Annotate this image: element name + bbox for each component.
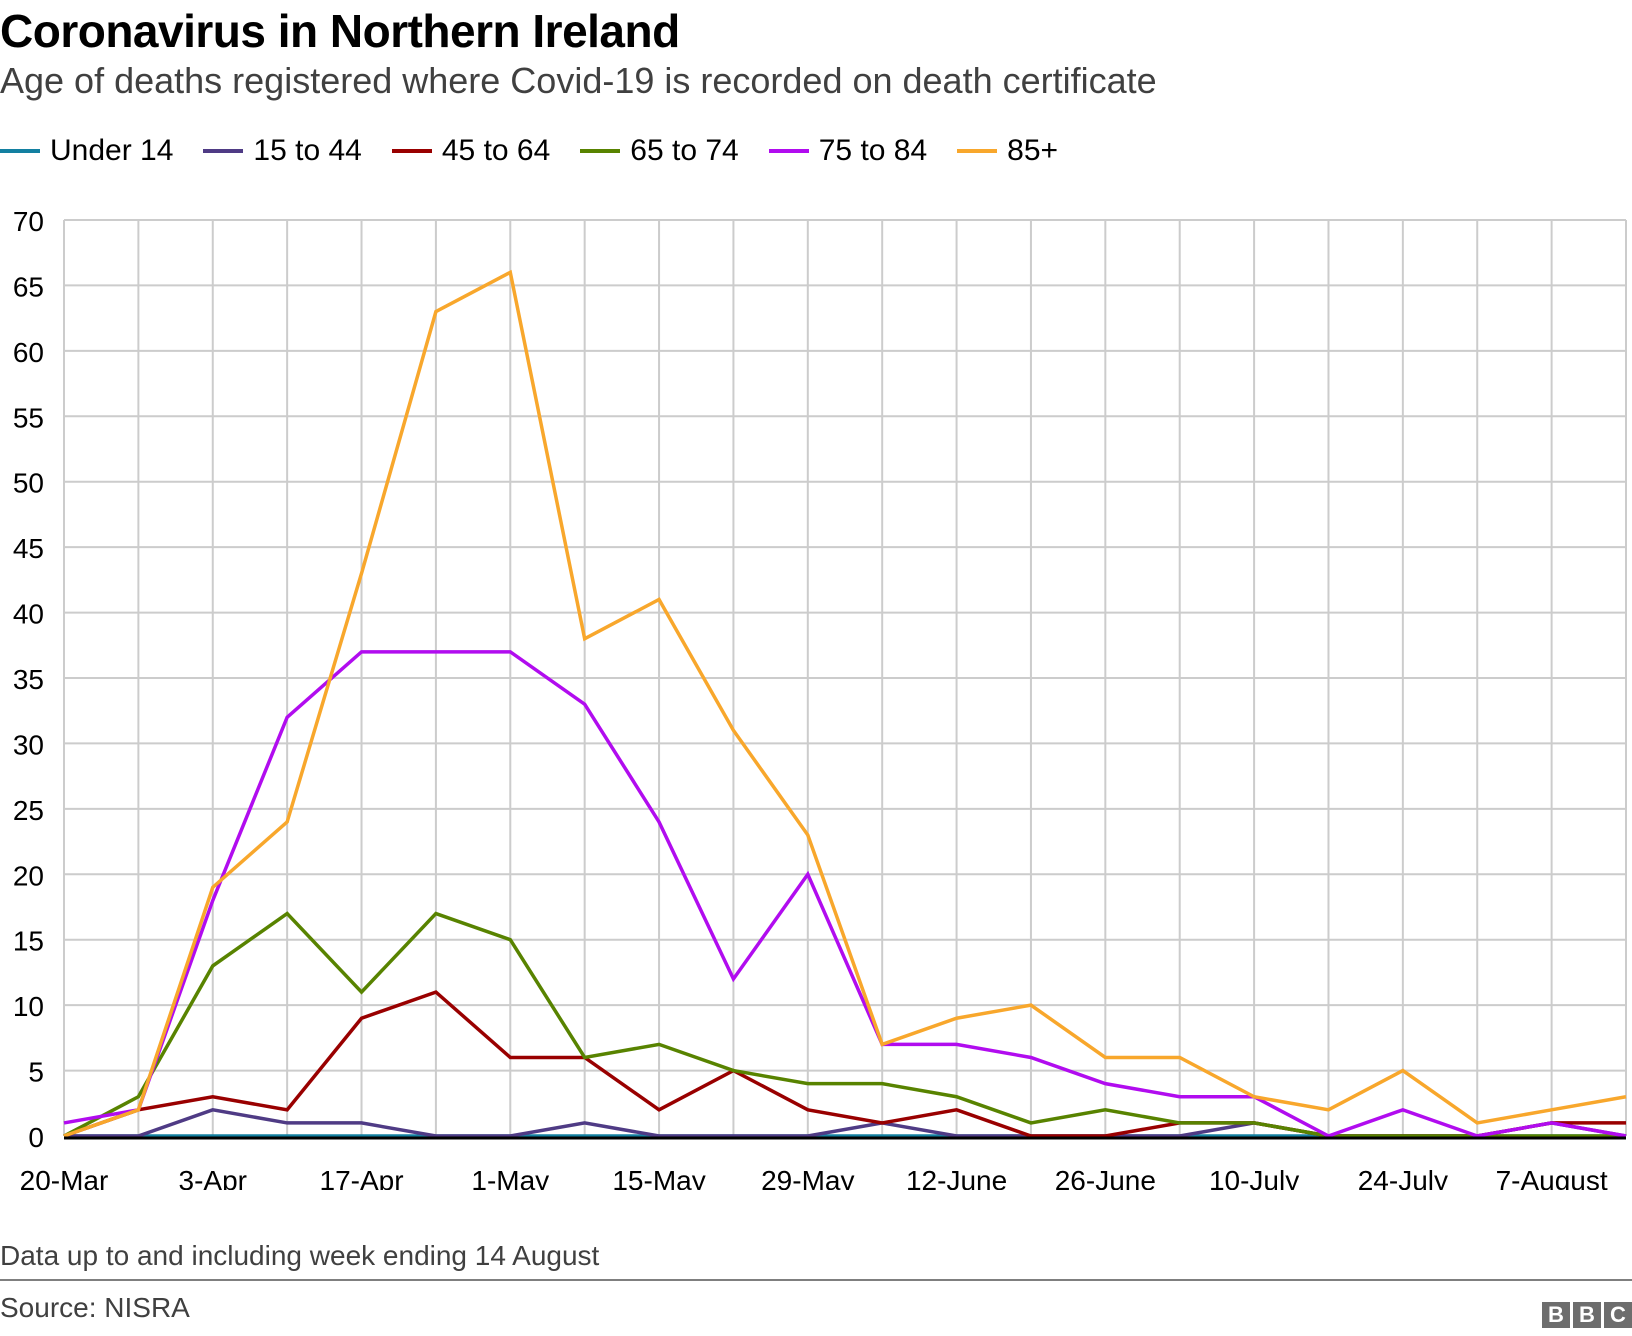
y-tick-label: 35 [13,664,44,695]
x-axis-ticks: 20-Mar 3-Apr 17-Apr 1-May 15-May 29-May 12-Jun… [20,1165,1608,1190]
legend-label: Under 14 [50,134,174,167]
series-line-85 [63,269,1627,1138]
legend: Under 14 15 to 44 45 to 64 65 to 74 75 to 84… [0,134,1088,168]
x-tick-label: 1-May [471,1165,549,1190]
series-line-65-to-74 [63,911,1626,1138]
footer-divider [0,1279,1632,1281]
x-tick-label: 26-June [1055,1165,1156,1190]
legend-swatch [957,149,998,153]
series-line-75-to-84 [63,650,1627,1138]
x-tick-label: 15-May [612,1165,705,1190]
bbc-logo-letter: C [1604,1302,1632,1328]
legend-swatch [391,149,432,153]
y-axis-ticks: 0 5 10 15 20 25 30 35 40 45 50 55 60 65 70 [13,206,44,1153]
x-tick-label: 10-July [1209,1165,1299,1190]
y-tick-label: 15 [13,926,44,957]
legend-label: 15 to 44 [253,134,362,167]
x-tick-label: 7-August [1496,1165,1608,1190]
bbc-logo-letter: B [1542,1302,1570,1328]
legend-label: 85+ [1007,134,1059,167]
x-tick-label: 20-Mar [20,1165,109,1190]
y-tick-label: 45 [13,533,44,564]
y-tick-label: 20 [13,860,44,891]
y-tick-label: 30 [13,729,44,760]
bbc-logo-letter: B [1573,1302,1601,1328]
x-tick-label: 17-Apr [320,1165,404,1190]
legend-item: 75 to 84 [768,134,928,168]
legend-swatch [768,149,809,153]
bbc-logo: B B C [1542,1302,1632,1328]
legend-swatch [580,149,621,153]
legend-swatch [203,149,244,153]
y-tick-label: 40 [13,599,44,630]
legend-item: 15 to 44 [203,134,362,168]
legend-label: 75 to 84 [818,134,928,167]
chart-title: Coronavirus in Northern Ireland [0,5,680,57]
series-lines [63,269,1627,1138]
legend-item: Under 14 [0,134,173,168]
legend-label: 65 to 74 [630,134,739,167]
line-chart: 0 5 10 15 20 25 30 35 40 45 50 55 60 65 70 20-Mar 3-Apr… [13,206,1627,1190]
y-tick-label: 60 [13,337,44,368]
y-tick-label: 55 [13,402,44,433]
footnote: Data up to and including week ending 14 … [0,1240,600,1271]
y-tick-label: 10 [13,991,44,1022]
legend-label: 45 to 64 [441,134,551,167]
y-tick-label: 70 [13,206,44,237]
legend-item: 65 to 74 [580,134,739,168]
legend-item: 45 to 64 [391,134,551,168]
y-tick-label: 25 [13,795,44,826]
x-tick-label: 12-June [906,1165,1007,1190]
source-label: Source: NISRA [0,1292,190,1323]
legend-item: 85+ [957,134,1058,168]
y-tick-label: 0 [28,1122,44,1153]
x-tick-label: 3-Apr [179,1165,247,1190]
y-tick-label: 65 [13,271,44,302]
chart-subtitle: Age of deaths registered where Covid-19 … [0,60,1157,101]
y-tick-label: 5 [28,1057,44,1088]
x-tick-label: 24-July [1358,1165,1448,1190]
legend-swatch [0,149,40,153]
x-tick-label: 29-May [761,1165,854,1190]
y-tick-label: 50 [13,468,44,499]
gridlines [63,219,1627,1137]
